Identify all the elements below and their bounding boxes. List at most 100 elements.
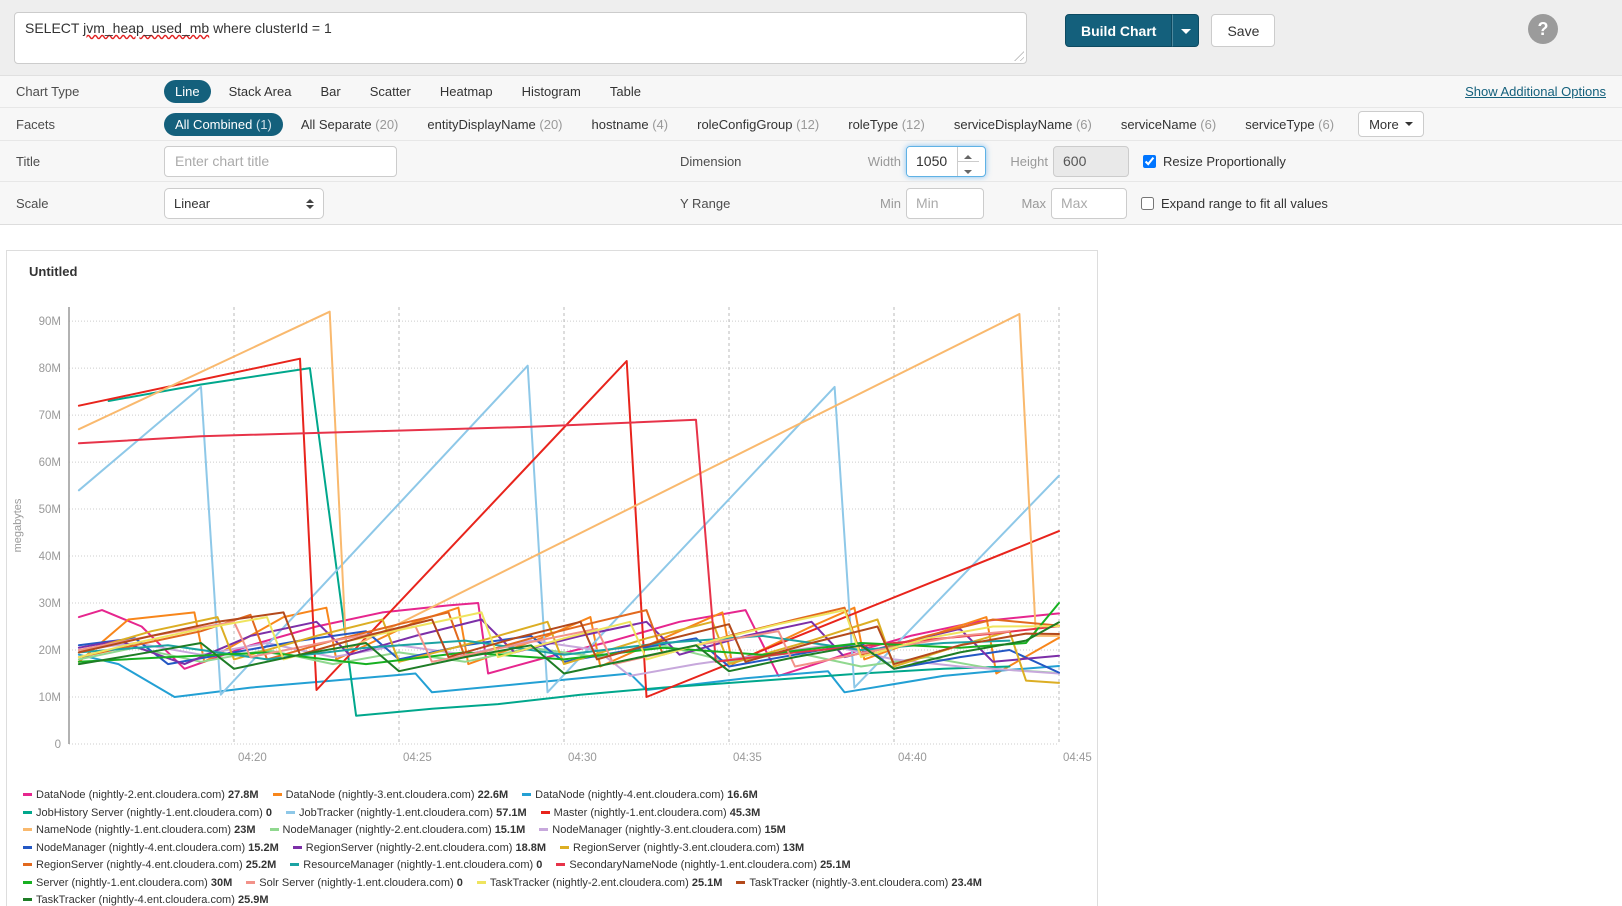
legend-series-name: RegionServer (nightly-3.ent.cloudera.com… bbox=[573, 842, 780, 854]
chart-panel: Untitled 010M20M30M40M50M60M70M80M90M04:… bbox=[6, 250, 1098, 906]
chart-type-pill-stack-area[interactable]: Stack Area bbox=[218, 80, 303, 103]
legend-swatch-icon bbox=[477, 881, 486, 884]
legend-item: RegionServer (nightly-3.ent.cloudera.com… bbox=[560, 841, 804, 857]
facet-pill-servicedisplayname[interactable]: serviceDisplayName (6) bbox=[943, 113, 1103, 136]
legend-series-value: 18.8M bbox=[515, 842, 546, 854]
dimension-group: Dimension Width Height Resize Proportion… bbox=[680, 146, 1286, 177]
legend-item: Server (nightly-1.ent.cloudera.com) 30M bbox=[23, 876, 232, 892]
legend-item: DataNode (nightly-4.ent.cloudera.com) 16… bbox=[522, 788, 758, 804]
legend-series-value: 15M bbox=[764, 824, 785, 836]
y-min-input[interactable] bbox=[906, 188, 984, 219]
chart-type-pill-scatter[interactable]: Scatter bbox=[359, 80, 422, 103]
query-input[interactable]: SELECT jvm_heap_used_mb where clusterId … bbox=[14, 12, 1027, 64]
max-label: Max bbox=[984, 196, 1046, 211]
chart-options-section: Chart Type LineStack AreaBarScatterHeatm… bbox=[0, 76, 1622, 225]
scale-label: Scale bbox=[16, 196, 164, 211]
chart-type-pill-bar[interactable]: Bar bbox=[309, 80, 351, 103]
scale-select-value: Linear bbox=[174, 196, 210, 211]
width-input-wrap bbox=[906, 146, 986, 177]
legend-row: JobHistory Server (nightly-1.ent.clouder… bbox=[23, 804, 1097, 822]
legend-series-name: JobTracker (nightly-1.ent.cloudera.com) bbox=[299, 807, 493, 819]
y-range-group: Y Range Min Max Expand range to fit all … bbox=[680, 188, 1328, 219]
legend-series-name: JobHistory Server (nightly-1.ent.clouder… bbox=[36, 807, 263, 819]
build-chart-dropdown-caret-icon[interactable] bbox=[1172, 14, 1199, 47]
build-chart-button[interactable]: Build Chart bbox=[1065, 14, 1172, 47]
legend-swatch-icon bbox=[246, 881, 255, 884]
y-tick-label: 40M bbox=[39, 551, 61, 563]
y-max-input[interactable] bbox=[1051, 188, 1127, 219]
x-tick-label: 04:30 bbox=[568, 752, 597, 764]
legend-series-name: Server (nightly-1.ent.cloudera.com) bbox=[36, 877, 208, 889]
chart-title-input[interactable] bbox=[164, 146, 397, 177]
x-tick-label: 04:40 bbox=[898, 752, 927, 764]
show-additional-options-link[interactable]: Show Additional Options bbox=[1465, 84, 1606, 99]
facets-row: Facets All Combined (1)All Separate (20)… bbox=[0, 107, 1622, 140]
legend-series-name: TaskTracker (nightly-3.ent.cloudera.com) bbox=[749, 877, 948, 889]
legend-item: RegionServer (nightly-4.ent.cloudera.com… bbox=[23, 858, 276, 874]
chart-type-pill-heatmap[interactable]: Heatmap bbox=[429, 80, 504, 103]
help-icon[interactable]: ? bbox=[1528, 14, 1558, 44]
width-label: Width bbox=[853, 154, 901, 169]
y-range-label: Y Range bbox=[680, 196, 853, 211]
legend-series-value: 57.1M bbox=[496, 807, 527, 819]
stepper-down-icon[interactable] bbox=[958, 162, 979, 176]
save-button[interactable]: Save bbox=[1211, 14, 1275, 47]
facet-pill-hostname[interactable]: hostname (4) bbox=[581, 113, 680, 136]
expand-range-option: Expand range to fit all values bbox=[1141, 196, 1328, 211]
x-tick-label: 04:25 bbox=[403, 752, 432, 764]
legend-item: NodeManager (nightly-3.ent.cloudera.com)… bbox=[539, 823, 786, 839]
legend-series-name: RegionServer (nightly-4.ent.cloudera.com… bbox=[36, 859, 243, 871]
chart-type-pills: LineStack AreaBarScatterHeatmapHistogram… bbox=[164, 84, 659, 99]
chart-type-pill-histogram[interactable]: Histogram bbox=[511, 80, 592, 103]
facet-pill-entitydisplayname[interactable]: entityDisplayName (20) bbox=[416, 113, 573, 136]
x-tick-label: 04:20 bbox=[238, 752, 267, 764]
resize-proportionally-checkbox[interactable] bbox=[1143, 155, 1156, 168]
chart-type-pill-line[interactable]: Line bbox=[164, 80, 211, 103]
facet-count: (12) bbox=[902, 117, 925, 132]
title-row: Title Dimension Width Height Resize Prop… bbox=[0, 140, 1622, 181]
y-tick-label: 0 bbox=[55, 739, 61, 751]
legend-series-value: 0 bbox=[457, 877, 463, 889]
facet-pill-servicename[interactable]: serviceName (6) bbox=[1110, 113, 1227, 136]
facet-pill-roleconfiggroup[interactable]: roleConfigGroup (12) bbox=[686, 113, 830, 136]
legend-row: RegionServer (nightly-4.ent.cloudera.com… bbox=[23, 856, 1097, 874]
width-stepper[interactable] bbox=[957, 147, 979, 176]
facet-count: (6) bbox=[1318, 117, 1334, 132]
y-tick-label: 20M bbox=[39, 645, 61, 657]
facet-pill-servicetype[interactable]: serviceType (6) bbox=[1234, 113, 1345, 136]
legend-item: NodeManager (nightly-4.ent.cloudera.com)… bbox=[23, 841, 279, 857]
legend-series-value: 15.1M bbox=[495, 824, 526, 836]
facet-pill-all-separate[interactable]: All Separate (20) bbox=[290, 113, 410, 136]
legend-swatch-icon bbox=[23, 828, 32, 831]
legend-series-name: DataNode (nightly-2.ent.cloudera.com) bbox=[36, 789, 225, 801]
chart-type-pill-table[interactable]: Table bbox=[599, 80, 652, 103]
resize-proportionally-label[interactable]: Resize Proportionally bbox=[1163, 154, 1286, 169]
legend-series-value: 13M bbox=[783, 842, 804, 854]
legend-item: DataNode (nightly-3.ent.cloudera.com) 22… bbox=[273, 788, 509, 804]
legend-swatch-icon bbox=[23, 863, 32, 866]
facets-more-button[interactable]: More bbox=[1358, 111, 1424, 137]
legend-item: Master (nightly-1.ent.cloudera.com) 45.3… bbox=[541, 806, 761, 822]
facet-count: (20) bbox=[375, 117, 398, 132]
legend-series-value: 27.8M bbox=[228, 789, 259, 801]
facet-pill-roletype[interactable]: roleType (12) bbox=[837, 113, 936, 136]
legend-swatch-icon bbox=[286, 811, 295, 814]
legend-series-value: 25.9M bbox=[238, 894, 269, 906]
expand-range-checkbox[interactable] bbox=[1141, 197, 1154, 210]
scale-select[interactable]: Linear bbox=[164, 188, 324, 219]
legend-series-value: 15.2M bbox=[248, 842, 279, 854]
legend-row: Server (nightly-1.ent.cloudera.com) 30MS… bbox=[23, 874, 1097, 892]
y-axis-unit-label: megabytes bbox=[12, 498, 24, 552]
expand-range-label[interactable]: Expand range to fit all values bbox=[1161, 196, 1328, 211]
legend-series-name: TaskTracker (nightly-2.ent.cloudera.com) bbox=[490, 877, 689, 889]
width-input[interactable] bbox=[907, 147, 957, 176]
y-tick-label: 80M bbox=[39, 363, 61, 375]
legend-swatch-icon bbox=[556, 863, 565, 866]
legend-item: NodeManager (nightly-2.ent.cloudera.com)… bbox=[270, 823, 526, 839]
facet-count: (20) bbox=[539, 117, 562, 132]
height-label: Height bbox=[986, 154, 1048, 169]
facet-count: (6) bbox=[1200, 117, 1216, 132]
legend-item: TaskTracker (nightly-4.ent.cloudera.com)… bbox=[23, 893, 269, 906]
stepper-up-icon[interactable] bbox=[958, 147, 979, 162]
facet-pill-all-combined[interactable]: All Combined (1) bbox=[164, 113, 283, 136]
